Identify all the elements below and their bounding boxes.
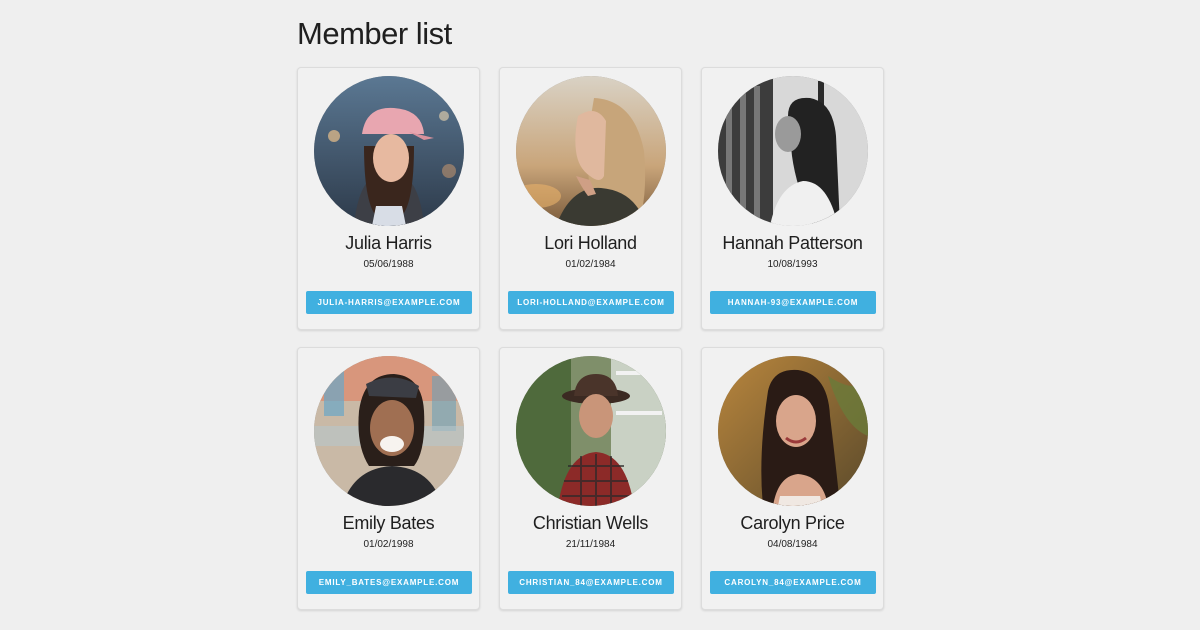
avatar — [718, 76, 868, 226]
member-birthdate: 05/06/1988 — [363, 259, 414, 270]
member-grid: Julia Harris 05/06/1988 JULIA-HARRIS@EXA… — [297, 67, 884, 610]
member-birthdate: 04/08/1984 — [767, 539, 818, 550]
page-title: Member list — [297, 16, 452, 51]
email-button[interactable]: EMILY_BATES@EXAMPLE.COM — [306, 571, 472, 594]
member-name: Christian Wells — [532, 513, 649, 533]
profile-photo — [314, 356, 464, 506]
avatar — [314, 356, 464, 506]
member-card: Emily Bates 01/02/1998 EMILY_BATES@EXAMP… — [297, 347, 480, 610]
profile-photo — [516, 76, 666, 226]
avatar — [516, 76, 666, 226]
member-card: Carolyn Price 04/08/1984 CAROLYN_84@EXAM… — [701, 347, 884, 610]
member-name: Emily Bates — [342, 513, 435, 533]
email-button[interactable]: CHRISTIAN_84@EXAMPLE.COM — [508, 571, 674, 594]
member-list-page: Member list Julia Harris 05/06/1988 JULI… — [0, 0, 1200, 630]
member-birthdate: 21/11/1984 — [565, 539, 616, 550]
email-button[interactable]: HANNAH-93@EXAMPLE.COM — [710, 291, 876, 314]
profile-photo — [314, 76, 464, 226]
profile-photo — [718, 356, 868, 506]
member-birthdate: 01/02/1984 — [565, 259, 616, 270]
email-button[interactable]: CAROLYN_84@EXAMPLE.COM — [710, 571, 876, 594]
avatar — [314, 76, 464, 226]
profile-photo — [718, 76, 868, 226]
member-card: Julia Harris 05/06/1988 JULIA-HARRIS@EXA… — [297, 67, 480, 330]
member-name: Carolyn Price — [740, 513, 845, 533]
member-birthdate: 01/02/1998 — [363, 539, 414, 550]
member-name: Julia Harris — [345, 233, 432, 253]
avatar — [718, 356, 868, 506]
avatar — [516, 356, 666, 506]
email-button[interactable]: JULIA-HARRIS@EXAMPLE.COM — [306, 291, 472, 314]
member-card: Christian Wells 21/11/1984 CHRISTIAN_84@… — [499, 347, 682, 610]
member-birthdate: 10/08/1993 — [767, 259, 818, 270]
profile-photo — [516, 356, 666, 506]
member-name: Lori Holland — [544, 233, 637, 253]
member-name: Hannah Patterson — [722, 233, 863, 253]
member-card: Lori Holland 01/02/1984 LORI-HOLLAND@EXA… — [499, 67, 682, 330]
email-button[interactable]: LORI-HOLLAND@EXAMPLE.COM — [508, 291, 674, 314]
member-card: Hannah Patterson 10/08/1993 HANNAH-93@EX… — [701, 67, 884, 330]
